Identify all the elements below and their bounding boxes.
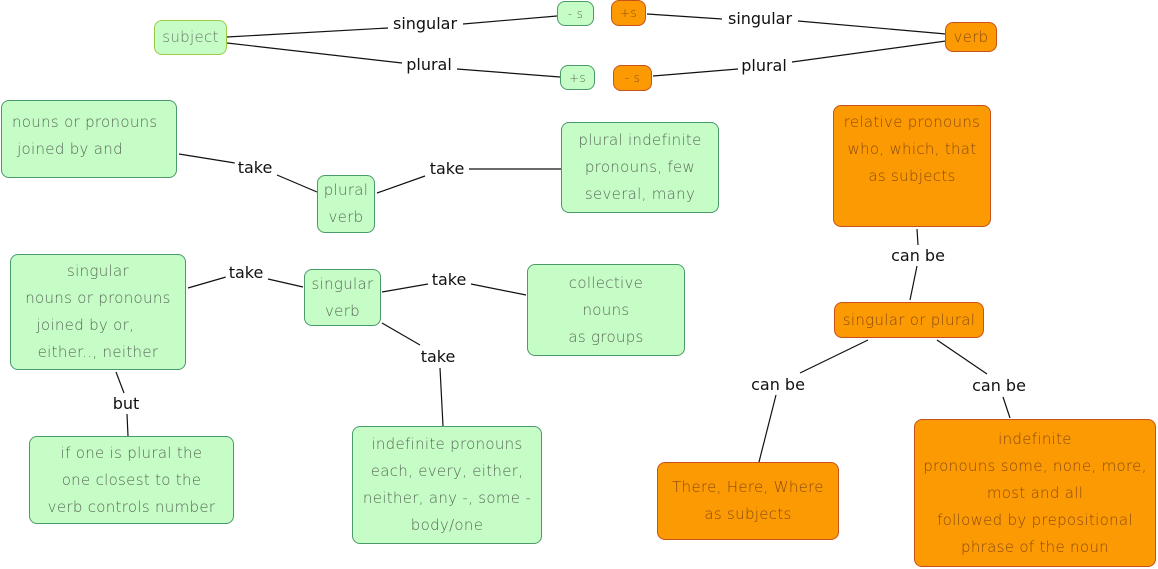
node-plus-s-plural[interactable]: +s (560, 65, 595, 90)
connector-line (791, 40, 947, 63)
node-text: each, every, either, (370, 462, 524, 480)
node-text: pronouns some, none, more, (923, 456, 1147, 475)
node-text: verb (953, 27, 989, 46)
node-relative-pronouns[interactable]: relative pronouns who, which, that as su… (833, 105, 991, 227)
node-subject[interactable]: subject (154, 20, 227, 55)
connector-line (646, 13, 723, 20)
connector-line (187, 276, 227, 289)
node-plural-verb[interactable]: plural verb (317, 175, 375, 233)
node-minus-s-plural-verb[interactable]: - s (613, 65, 652, 91)
node-text: one closest to the (61, 470, 202, 489)
node-text: verb controls number (47, 497, 216, 516)
node-verb[interactable]: verb (945, 22, 997, 52)
node-text: nouns or pronouns (12, 113, 158, 131)
link-label-plural: plural (403, 56, 455, 74)
node-text: body/one (410, 516, 484, 534)
concept-map-canvas: subject - s +s +s - s verb nouns or pron… (0, 0, 1158, 569)
connector-line (462, 15, 558, 25)
connector-line (381, 283, 429, 293)
node-collective-nouns[interactable]: collective nouns as groups (527, 264, 685, 356)
node-text: singular (67, 262, 129, 280)
connector-line (652, 68, 739, 77)
link-label-singular: singular (724, 10, 796, 28)
node-text: singular or plural (842, 310, 976, 329)
node-text: +s (569, 70, 586, 85)
link-label-singular: singular (389, 15, 461, 33)
node-text: who, which, that (847, 140, 977, 158)
node-text: relative pronouns (843, 113, 981, 131)
node-one-plural-closest[interactable]: if one is plural the one closest to the … (29, 436, 234, 524)
node-singular-verb[interactable]: singular verb (304, 269, 381, 326)
node-text: nouns or pronouns (25, 289, 171, 307)
node-text: neither, any -, some - (362, 489, 532, 507)
node-text: indefinite pronouns (371, 435, 523, 453)
node-text: collective (568, 273, 644, 292)
connector-line (267, 278, 304, 288)
node-text: as subjects (868, 167, 956, 185)
link-label-take: take (234, 159, 276, 177)
node-text: - s (624, 71, 641, 85)
node-text: plural indefinite (578, 131, 702, 149)
connector-line (916, 228, 919, 246)
link-label-but: but (109, 395, 143, 413)
connector-line (381, 322, 421, 346)
connector-line (909, 265, 918, 301)
node-text: phrase of the noun (961, 537, 1109, 556)
node-text: subject (162, 28, 219, 46)
node-text: if one is plural the (60, 443, 203, 462)
link-label-can-be: can be (748, 376, 808, 394)
node-text: - s (567, 6, 584, 21)
node-text: verb (325, 301, 360, 320)
link-label-can-be: can be (888, 247, 948, 265)
connector-line (797, 20, 947, 35)
connector-line (936, 339, 988, 375)
node-text: most and all (986, 483, 1084, 502)
node-text: +s (620, 6, 637, 20)
node-text: plural (323, 181, 369, 199)
node-text: There, Here, Where (672, 478, 824, 496)
node-text: either.., neither (37, 343, 159, 361)
link-label-take: take (428, 271, 470, 289)
connector-line (178, 153, 236, 164)
node-text: as groups (568, 327, 644, 346)
node-text: joined by or, (31, 316, 165, 334)
node-text: pronouns, few (584, 158, 696, 176)
node-plus-s-singular-verb[interactable]: +s (611, 0, 646, 26)
connector-line (376, 175, 426, 194)
link-label-take: take (417, 348, 459, 366)
node-text: as subjects (704, 505, 792, 523)
node-singular-or-plural[interactable]: singular or plural (834, 302, 984, 338)
node-indefinite-pronouns-each[interactable]: indefinite pronouns each, every, either,… (352, 426, 542, 544)
connector-line (226, 27, 389, 38)
connector-line (456, 68, 561, 78)
connector-line (276, 174, 318, 193)
connector-line (758, 394, 777, 463)
connector-line (126, 413, 129, 437)
link-label-take: take (225, 264, 267, 282)
connector-line (799, 339, 869, 374)
connector-line (1002, 396, 1011, 419)
connector-line (470, 283, 527, 296)
node-nouns-joined-by-or[interactable]: singular nouns or pronouns joined by or,… (10, 254, 186, 370)
node-text: several, many (584, 185, 696, 203)
link-label-plural: plural (738, 57, 790, 75)
connector-line (439, 367, 444, 427)
node-text: verb (328, 208, 364, 226)
connector-line (226, 42, 403, 64)
node-nouns-joined-by-and[interactable]: nouns or pronouns joined by and (1, 100, 177, 178)
link-label-take: take (426, 160, 468, 178)
node-there-here-where[interactable]: There, Here, Where as subjects (657, 462, 839, 540)
link-label-can-be: can be (969, 377, 1029, 395)
node-text: indefinite (998, 429, 1072, 448)
node-text: followed by prepositional (937, 510, 1133, 529)
node-text: singular (311, 274, 374, 293)
node-text: nouns (582, 300, 630, 319)
node-indefinite-pronouns-some[interactable]: indefinite pronouns some, none, more, mo… (914, 419, 1156, 567)
node-plural-indefinite-pronouns[interactable]: plural indefinite pronouns, few several,… (561, 122, 719, 213)
node-minus-s-singular[interactable]: - s (557, 1, 594, 26)
node-text: joined by and (12, 140, 123, 158)
connector-line (115, 371, 125, 394)
